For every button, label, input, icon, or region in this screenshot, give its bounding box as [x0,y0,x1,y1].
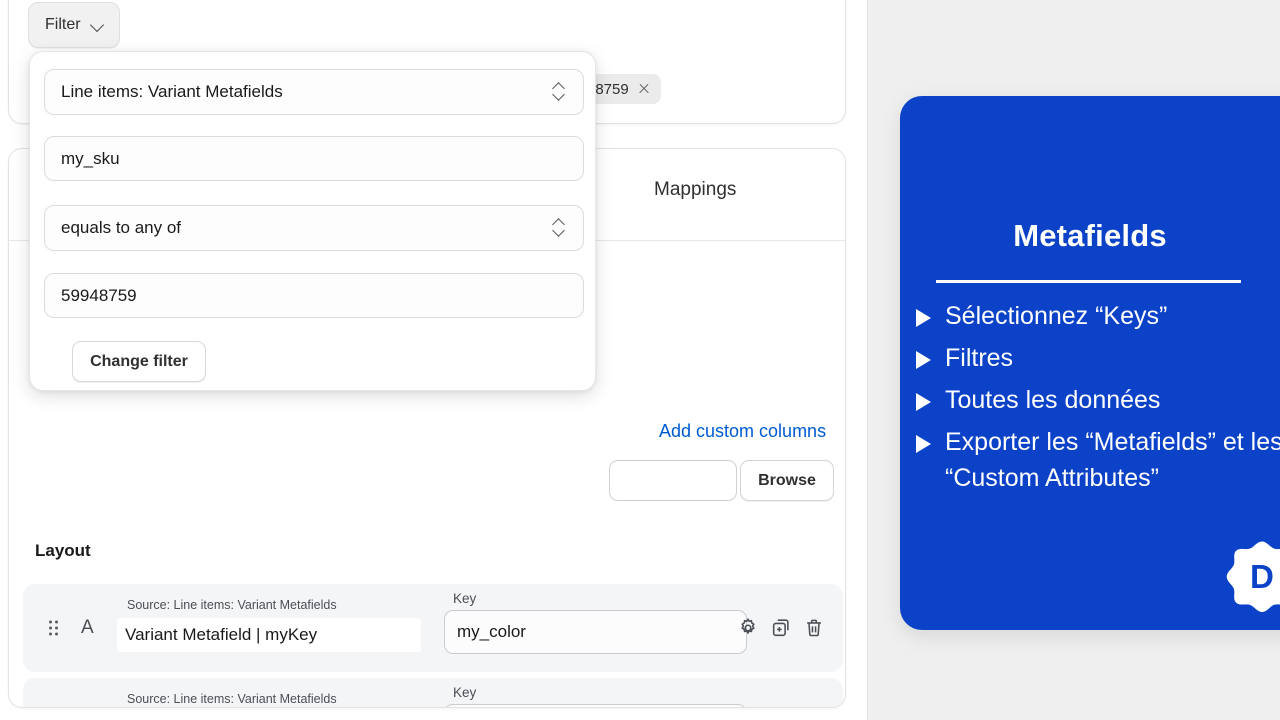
path-input[interactable] [609,460,737,501]
layout-row: A Source: Line items: Variant Metafields… [23,584,843,672]
slide-bullet-text: Filtres [945,344,1014,372]
slide-bullet-list: Sélectionnez “Keys” Filtres Toutes les d… [916,298,1280,502]
slide-bullet-item: Exporter les “Metafields” et les “Custom… [916,424,1280,496]
filter-button[interactable]: Filter [28,2,120,48]
slide-bullet-text: Exporter les “Metafields” et les “Custom… [945,428,1280,492]
chevron-up-down-icon [553,81,566,103]
layout-heading: Layout [35,541,91,560]
presentation-slide-card: Metafields Sélectionnez “Keys” Filtres T… [900,96,1280,630]
triangle-bullet-icon [916,309,931,327]
layout-row-key-label: Key [453,685,477,700]
logo-letter: D [1250,559,1274,596]
layout-row-actions [737,617,825,639]
filter-operator-select-value: equals to any of [61,218,182,237]
filter-key-input-value: my_sku [61,148,120,168]
layout-row-source-input[interactable]: Variant Metafield | myKey [117,618,421,652]
screenshot-root: Filter 48759 Mappings Add custom columns… [0,0,1280,720]
slide-bullet-item: Filtres [916,340,1280,376]
triangle-bullet-icon [916,393,931,411]
slide-bullet-item: Toutes les données [916,382,1280,418]
filter-field-select-value: Line items: Variant Metafields [61,82,283,101]
slide-bullet-item: Sélectionnez “Keys” [916,298,1280,334]
slide-bullet-text: Sélectionnez “Keys” [945,302,1168,330]
layout-row-source-label: Source: Line items: Variant Metafields [127,598,337,612]
triangle-bullet-icon [916,435,931,453]
slide-title-underline [936,280,1241,283]
layout-row-letter: A [81,617,94,638]
filter-button-label: Filter [45,16,81,33]
close-icon[interactable] [638,83,650,95]
filter-popover: Line items: Variant Metafields my_sku eq… [29,51,596,391]
duplicate-icon[interactable] [770,617,792,639]
change-filter-button[interactable]: Change filter [72,341,206,382]
filter-key-input[interactable]: my_sku [44,136,584,181]
filter-operator-select[interactable]: equals to any of [44,205,584,251]
layout-row-key-label: Key [453,591,477,606]
browse-button[interactable]: Browse [740,460,834,501]
filter-value-input[interactable]: 59948759 [44,273,584,318]
layout-row: B Source: Line items: Variant Metafields… [23,678,843,707]
tab-mappings[interactable]: Mappings [654,179,736,201]
d-flower-logo-icon: D [1226,541,1280,612]
trash-icon[interactable] [803,617,825,639]
layout-row-key-input[interactable]: my_sku [444,704,747,707]
drag-handle-icon[interactable] [49,620,58,636]
admin-app-area: Filter 48759 Mappings Add custom columns… [0,0,867,720]
filter-value-input-value: 59948759 [61,285,137,305]
chevron-up-down-icon [553,217,566,239]
chevron-down-icon [91,18,105,32]
gear-icon[interactable] [737,617,759,639]
slide-title: Metafields [1013,218,1167,253]
slide-bullet-text: Toutes les données [945,386,1161,414]
add-custom-columns-link[interactable]: Add custom columns [659,421,826,442]
filter-field-select[interactable]: Line items: Variant Metafields [44,69,584,115]
triangle-bullet-icon [916,351,931,369]
layout-row-source-label: Source: Line items: Variant Metafields [127,692,337,706]
layout-row-key-input[interactable]: my_color [444,610,747,654]
